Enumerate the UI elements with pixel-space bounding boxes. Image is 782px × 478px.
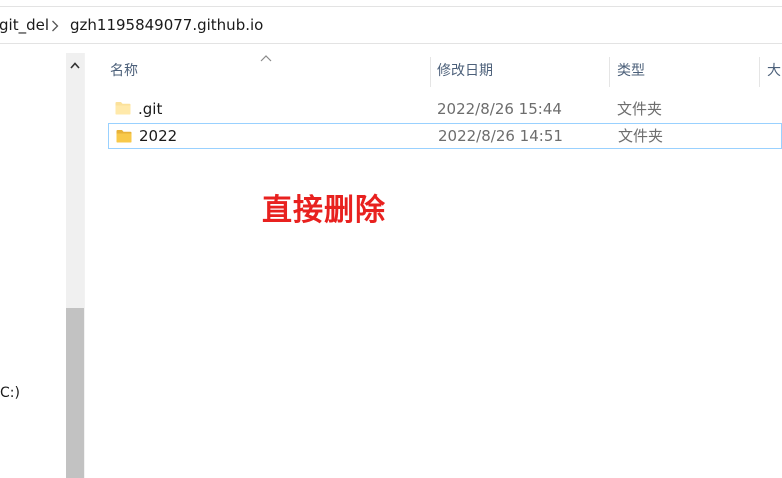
file-name: 2022	[139, 127, 178, 145]
file-date-modified: 2022/8/26 14:51	[438, 127, 563, 145]
column-header-type[interactable]: 类型	[617, 53, 757, 89]
breadcrumb-item-git-del[interactable]: git_del	[0, 16, 49, 34]
file-type: 文件夹	[617, 100, 663, 118]
column-header-size[interactable]: 大	[767, 53, 782, 89]
breadcrumb-item-repo[interactable]: gzh1195849077.github.io	[70, 16, 263, 34]
file-date-modified: 2022/8/26 15:44	[437, 100, 562, 118]
navigation-pane[interactable]: C:)	[0, 53, 66, 478]
folder-icon	[115, 102, 131, 115]
column-header-date-modified[interactable]: 修改日期	[437, 53, 607, 89]
column-header-name[interactable]: 名称	[110, 53, 430, 89]
annotation-delete-directly: 直接删除	[262, 193, 386, 228]
nav-scrollbar[interactable]	[66, 53, 84, 478]
scrollbar-thumb[interactable]	[66, 308, 84, 478]
scroll-up-arrow-icon[interactable]	[66, 57, 84, 73]
address-bar[interactable]: git_del gzh1195849077.github.io	[0, 6, 782, 44]
file-row-2022[interactable]: 2022 2022/8/26 14:51 文件夹	[108, 123, 782, 149]
file-row-git[interactable]: .git 2022/8/26 15:44 文件夹	[108, 96, 782, 122]
pane-divider	[84, 53, 85, 478]
column-separator[interactable]	[430, 57, 431, 87]
file-name: .git	[138, 100, 163, 118]
column-separator[interactable]	[609, 57, 610, 87]
chevron-right-icon[interactable]	[48, 19, 62, 33]
column-separator[interactable]	[759, 57, 760, 87]
file-type: 文件夹	[618, 127, 664, 145]
nav-item-drive-c[interactable]: C:)	[0, 385, 20, 401]
folder-icon	[116, 130, 132, 143]
